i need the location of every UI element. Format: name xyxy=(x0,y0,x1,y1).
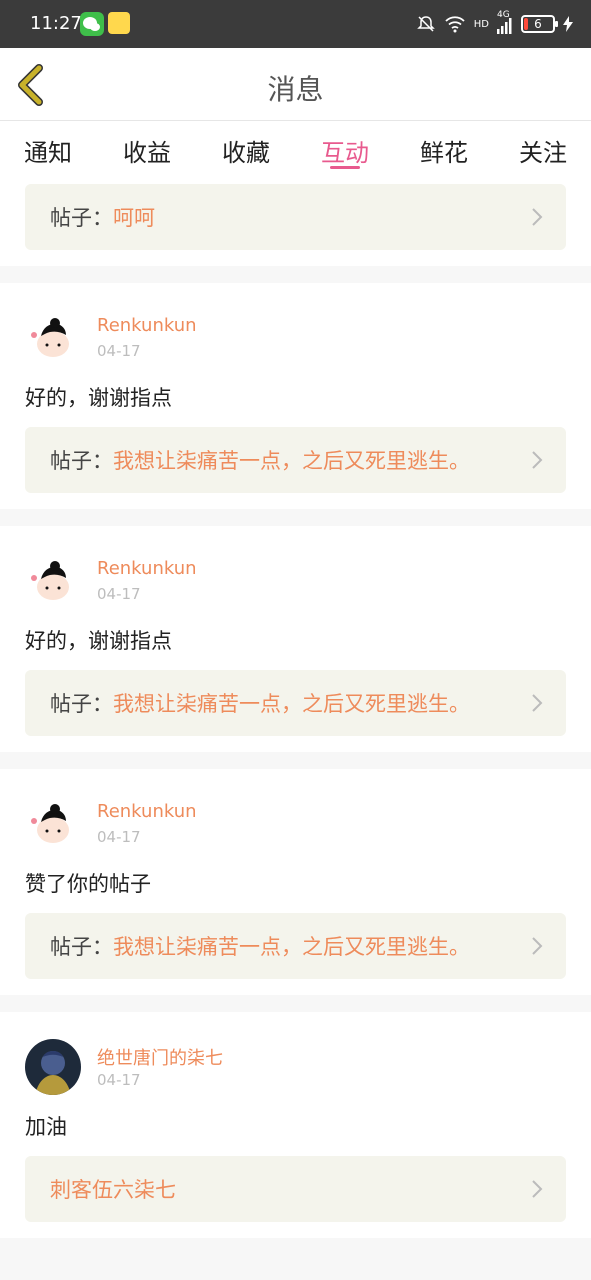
post-title: 我想让柒痛苦一点，之后又死里逃生。 xyxy=(113,692,470,716)
avatar[interactable] xyxy=(25,796,81,852)
status-time: 11:27 xyxy=(30,13,82,34)
avatar[interactable] xyxy=(25,553,81,609)
list-item: Renkunkun 04-17 好的，谢谢指点 帖子： 我想让柒痛苦一点，之后又死… xyxy=(0,283,591,509)
post-prefix: 帖子： xyxy=(50,206,113,230)
mute-bell-icon xyxy=(416,16,435,32)
message-text: 赞了你的帖子 xyxy=(25,872,151,896)
list-item: 绝世唐门的柒七 04-17 加油 刺客伍六柒七 xyxy=(0,1012,591,1238)
battery-level: 6 xyxy=(534,17,542,31)
list-item: Renkunkun 04-17 好的，谢谢指点 帖子： 我想让柒痛苦一点，之后又死… xyxy=(0,526,591,752)
chevron-right-icon xyxy=(532,694,543,712)
signal-icon: 4G xyxy=(497,10,513,34)
chevron-right-icon xyxy=(532,937,543,955)
post-link[interactable]: 帖子： 我想让柒痛苦一点，之后又死里逃生。 xyxy=(25,670,566,736)
avatar[interactable] xyxy=(25,1039,81,1095)
post-link[interactable]: 帖子： 呵呵 xyxy=(25,184,566,250)
message-text: 加油 xyxy=(25,1115,67,1139)
post-title: 呵呵 xyxy=(113,206,155,230)
interaction-feed: 帖子： 呵呵 Renkunkun 04-17 好的，谢谢指点 帖子： 我想让柒痛苦一… xyxy=(0,175,591,1255)
tab-follow[interactable]: 关注 xyxy=(519,133,567,168)
status-bar: 11:27 HD 4G 6 xyxy=(0,0,591,48)
tab-notify[interactable]: 通知 xyxy=(24,133,72,168)
post-link[interactable]: 刺客伍六柒七 xyxy=(25,1156,566,1222)
post-date: 04-17 xyxy=(97,585,141,603)
username[interactable]: Renkunkun xyxy=(97,558,197,579)
post-title: 我想让柒痛苦一点，之后又死里逃生。 xyxy=(113,449,470,473)
tab-flowers[interactable]: 鲜花 xyxy=(420,133,468,168)
post-date: 04-17 xyxy=(97,342,141,360)
chevron-right-icon xyxy=(532,451,543,469)
post-prefix: 帖子： xyxy=(50,935,113,959)
message-text: 好的，谢谢指点 xyxy=(25,386,172,410)
chevron-right-icon xyxy=(532,1180,543,1198)
post-link[interactable]: 帖子： 我想让柒痛苦一点，之后又死里逃生。 xyxy=(25,427,566,493)
tab-favorites[interactable]: 收藏 xyxy=(222,133,270,168)
username[interactable]: Renkunkun xyxy=(97,315,197,336)
post-date: 04-17 xyxy=(97,828,141,846)
status-right: HD 4G 6 xyxy=(416,10,573,36)
chevron-right-icon xyxy=(532,208,543,226)
message-text: 好的，谢谢指点 xyxy=(25,629,172,653)
wifi-icon xyxy=(445,16,465,33)
tab-interactions[interactable]: 互动 xyxy=(321,133,369,168)
post-prefix: 帖子： xyxy=(50,449,113,473)
tab-earnings[interactable]: 收益 xyxy=(123,133,171,168)
hd-label: HD xyxy=(473,18,489,30)
list-item: 帖子： 呵呵 xyxy=(0,175,591,266)
wechat-icon xyxy=(80,12,104,36)
post-link[interactable]: 帖子： 我想让柒痛苦一点，之后又死里逃生。 xyxy=(25,913,566,979)
post-title: 我想让柒痛苦一点，之后又死里逃生。 xyxy=(113,935,470,959)
list-item: Renkunkun 04-17 赞了你的帖子 帖子： 我想让柒痛苦一点，之后又死里… xyxy=(0,769,591,995)
page-title: 消息 xyxy=(267,73,324,106)
app-notification-icon xyxy=(108,12,130,34)
username[interactable]: 绝世唐门的柒七 xyxy=(97,1044,223,1070)
battery-icon: 6 xyxy=(521,15,558,33)
avatar[interactable] xyxy=(25,310,81,366)
link-text: 刺客伍六柒七 xyxy=(50,1178,176,1202)
post-prefix: 帖子： xyxy=(50,692,113,716)
post-date: 04-17 xyxy=(97,1071,141,1089)
title-bar: 消息 xyxy=(0,48,591,121)
tab-bar: 通知 收益 收藏 互动 鲜花 关注 xyxy=(0,121,591,175)
username[interactable]: Renkunkun xyxy=(97,801,197,822)
charging-icon xyxy=(563,16,573,32)
active-tab-indicator xyxy=(330,166,360,169)
